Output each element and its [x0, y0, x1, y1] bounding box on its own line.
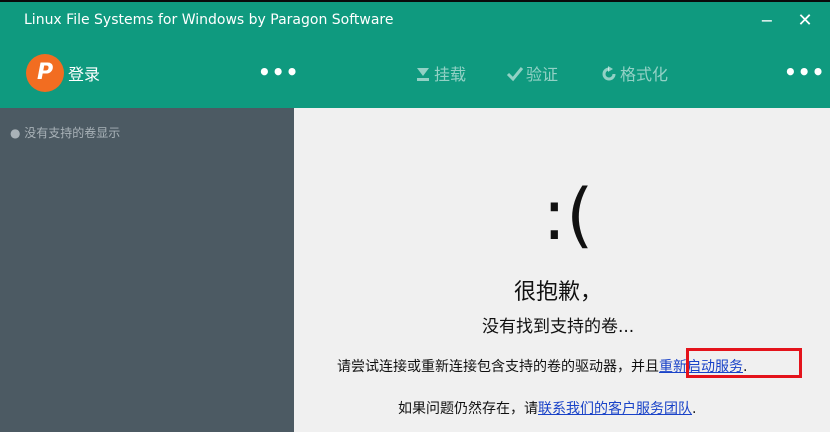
window-title: Linux File Systems for Windows by Parago…: [24, 12, 394, 28]
sad-face-icon: :(: [542, 174, 594, 256]
format-button[interactable]: 格式化: [600, 61, 668, 85]
paragon-logo-icon[interactable]: P: [26, 54, 64, 92]
checkmark-icon: [506, 65, 524, 84]
no-volumes-label: 没有支持的卷显示: [24, 126, 121, 140]
persist-prefix: 如果问题仍然存在，请: [398, 401, 538, 417]
more-options-left-icon[interactable]: •••: [258, 60, 299, 84]
persist-suffix: .: [692, 401, 697, 417]
no-volumes-text: ● 没有支持的卷显示: [10, 126, 121, 140]
verify-label: 验证: [526, 65, 559, 84]
logo-letter: P: [36, 60, 54, 85]
retry-instruction: 请尝试连接或重新连接包含支持的卷的驱动器，并且重新启动服务.: [337, 356, 747, 376]
not-found-message: 没有找到支持的卷...: [482, 317, 635, 337]
eject-down-icon: [414, 65, 432, 84]
restart-service-link[interactable]: 重新启动服务: [659, 359, 743, 375]
close-button[interactable]: ✕: [790, 8, 820, 34]
mount-label: 挂载: [434, 65, 467, 84]
more-options-right-icon[interactable]: •••: [784, 60, 825, 84]
login-button[interactable]: 登录: [68, 61, 100, 85]
verify-button[interactable]: 验证: [506, 61, 558, 85]
sorry-heading: 很抱歉，: [514, 280, 603, 305]
contact-support-link[interactable]: 联系我们的客户服务团队: [538, 401, 692, 417]
toolbar: P 登录 ••• 挂载 验证 格式化 •••: [0, 40, 830, 108]
title-bar: Linux File Systems for Windows by Parago…: [0, 2, 830, 40]
refresh-icon: [600, 65, 618, 84]
retry-suffix: .: [743, 359, 748, 375]
main-panel: [294, 108, 830, 432]
mount-button[interactable]: 挂载: [414, 61, 466, 85]
minimize-button[interactable]: −: [752, 8, 782, 34]
format-label: 格式化: [620, 65, 669, 84]
support-instruction: 如果问题仍然存在，请联系我们的客户服务团队.: [398, 398, 696, 418]
retry-prefix: 请尝试连接或重新连接包含支持的卷的驱动器，并且: [337, 359, 659, 375]
volume-sidebar: ● 没有支持的卷显示: [0, 108, 294, 432]
